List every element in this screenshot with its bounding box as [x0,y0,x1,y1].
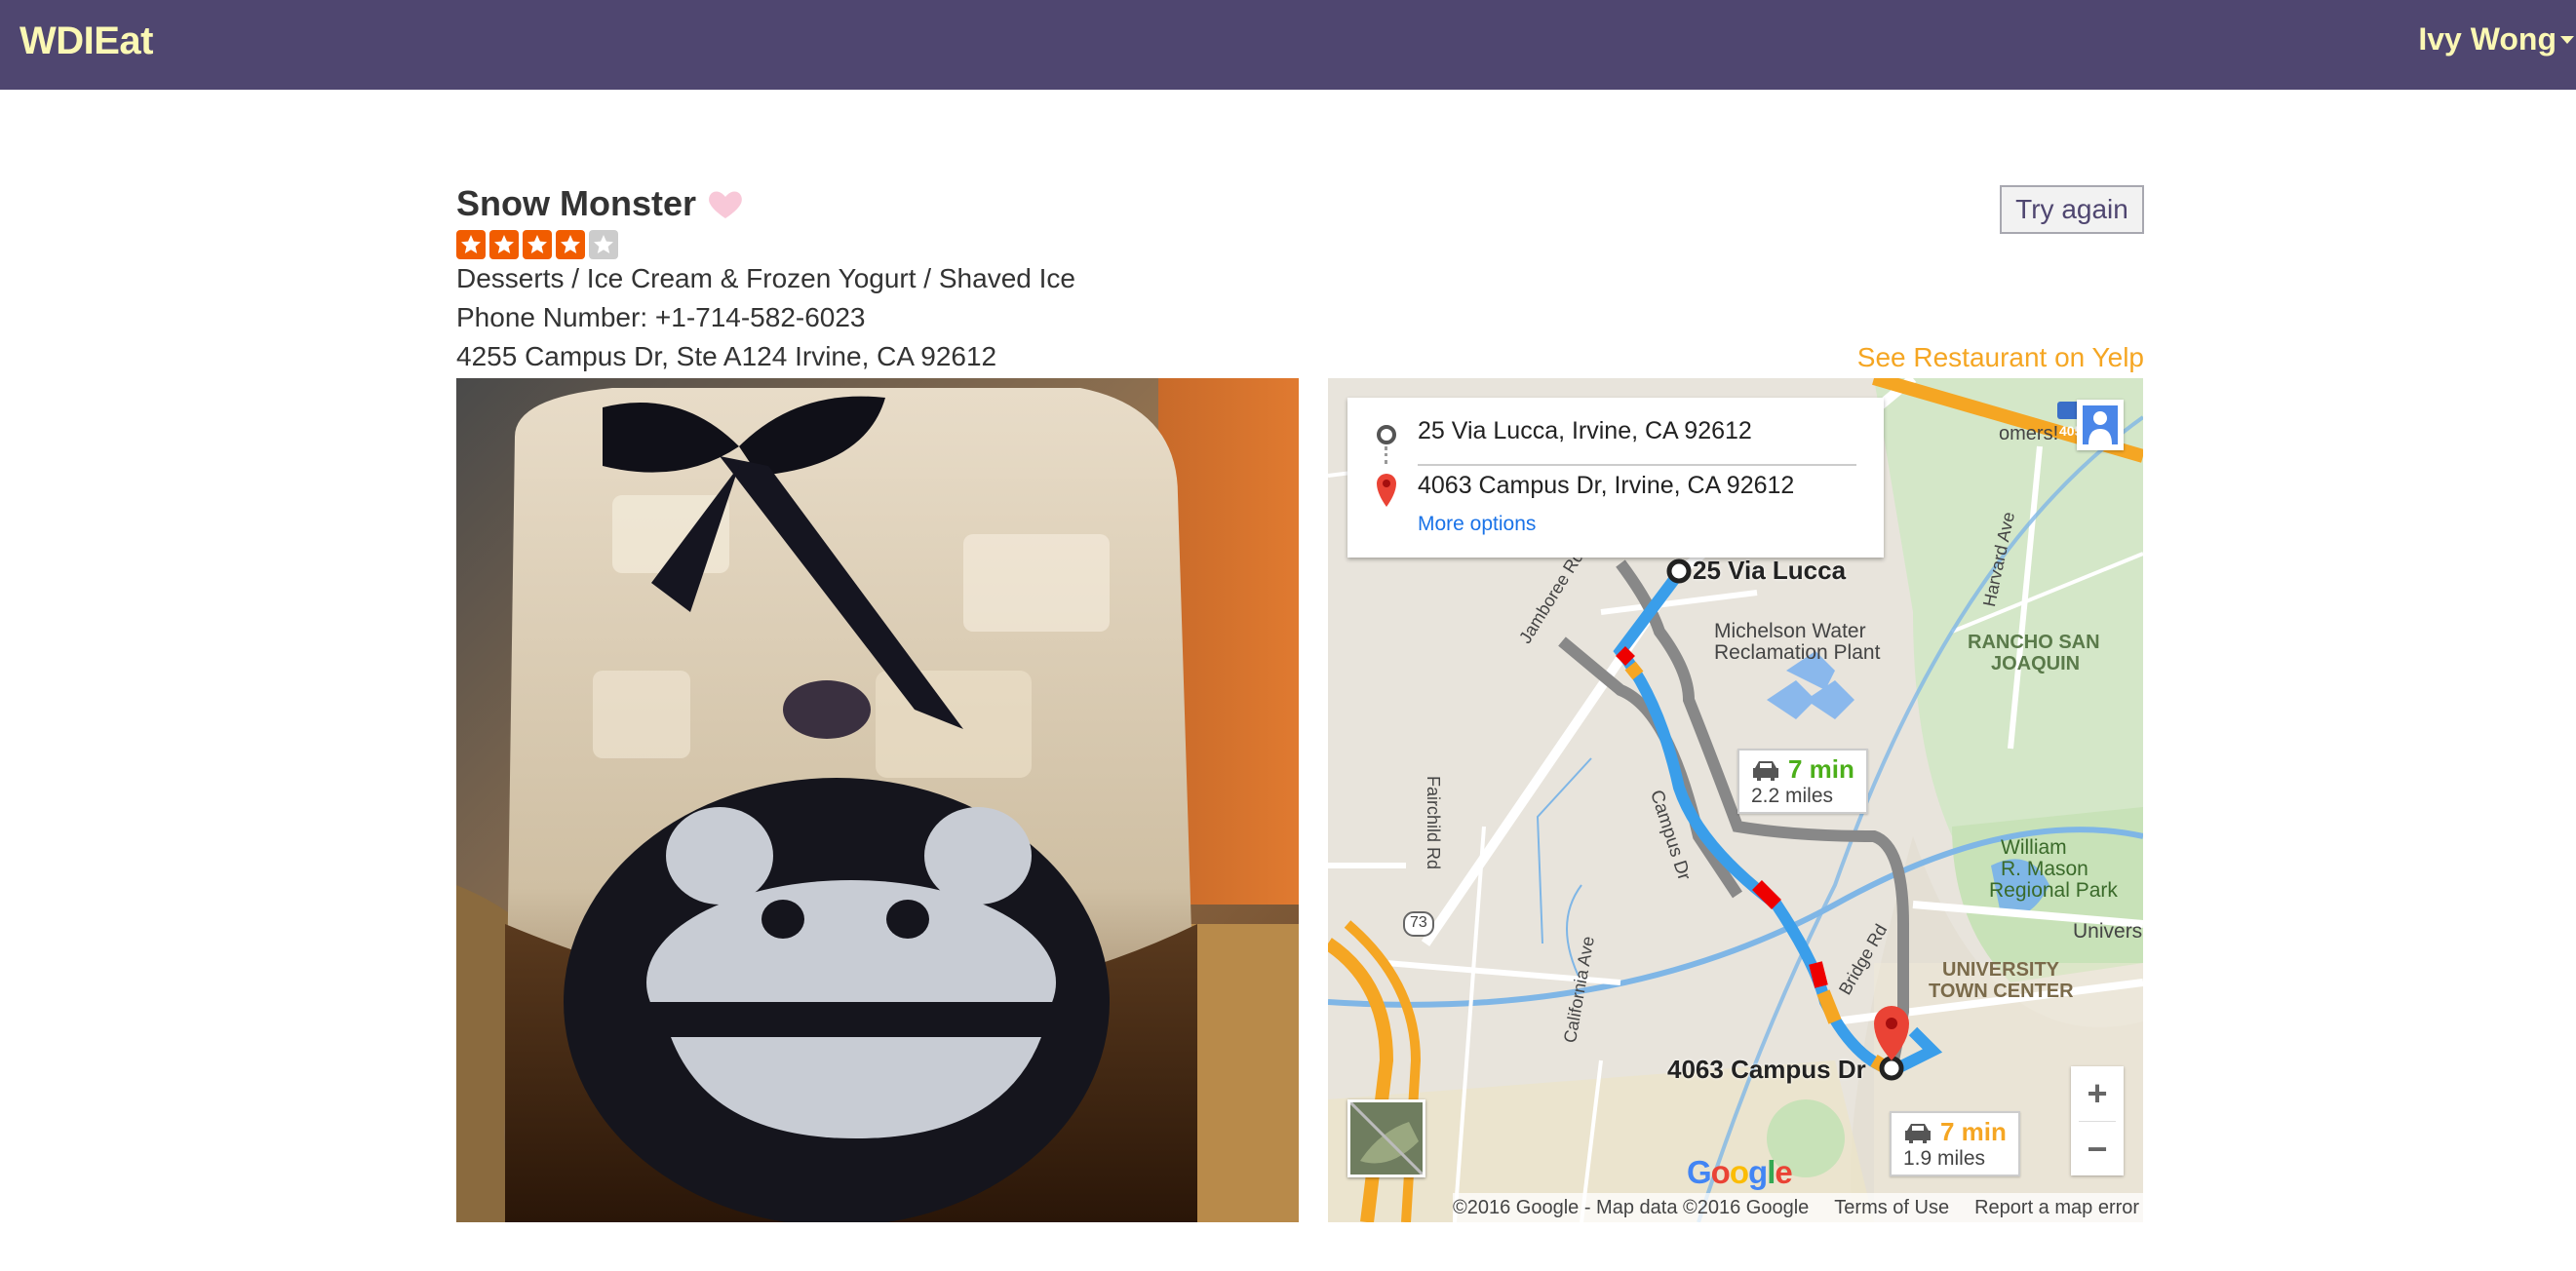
map-label-utc-2: TOWN CENTER [1929,981,2074,1002]
map-label-utc: UNIVERSITY [1942,959,2060,981]
more-options-link[interactable]: More options [1418,513,1536,536]
star-icon [523,230,552,259]
route-dots-divider [1385,446,1388,464]
map-label-origin: 25 Via Lucca [1693,556,1847,585]
map-label-omers: omers! [1999,423,2059,444]
map-label-michelson-2: Reclamation Plant [1714,641,1881,664]
restaurant-name: Snow Monster [456,183,697,223]
map-label-mason: William [2001,836,2067,859]
map-label-hwy73: 73 [1410,914,1427,931]
car-icon [1753,760,1778,781]
restaurant-address: 4255 Campus Dr, Ste A124 Irvine, CA 9261… [456,341,997,371]
restaurant-photo [456,378,1299,1222]
directions-divider [1418,464,1856,466]
zoom-in-button[interactable]: + [2071,1066,2124,1121]
route-main-badge[interactable]: 7 min 1.9 miles [1890,1111,2020,1176]
origin-circle-icon [1377,425,1396,444]
car-icon [1905,1123,1931,1143]
google-logo: Google [1687,1154,1793,1190]
star-icon [589,230,618,259]
directions-map[interactable]: 25 Via Lucca 4063 Campus Dr Michelson Wa… [1328,378,2143,1222]
map-label-rancho: RANCHO SAN [1968,632,2100,653]
star-icon [456,230,486,259]
satellite-view-toggle[interactable] [1347,1099,1425,1177]
map-label-destination: 4063 Campus Dr [1667,1055,1866,1084]
yelp-link[interactable]: See Restaurant on Yelp [1857,342,2144,373]
restaurant-phone: Phone Number: +1-714-582-6023 [456,302,866,332]
map-label-mason-2: R. Mason [2001,858,2088,880]
report-map-error-link[interactable]: Report a map error [1974,1197,2139,1219]
map-footer: ©2016 Google - Map data ©2016 Google Ter… [1453,1193,2143,1222]
origin-address[interactable]: 25 Via Lucca, Irvine, CA 92612 [1418,417,1752,445]
star-icon [489,230,519,259]
map-label-fairchild: Fairchild Rd [1424,776,1443,870]
restaurant-name-row: Snow Monster [456,183,745,224]
zoom-controls: + − [2071,1066,2124,1175]
route-main-distance: 1.9 miles [1903,1147,1986,1170]
user-name[interactable]: Ivy Wong [2418,21,2556,58]
map-label-universi: Universi [2073,920,2143,943]
star-icon [556,230,585,259]
street-view-pegman-icon[interactable] [2077,400,2124,450]
destination-address[interactable]: 4063 Campus Dr, Irvine, CA 92612 [1418,472,1794,500]
brand-logo[interactable]: WDIEat [20,19,154,63]
user-menu-dropdown[interactable]: Ivy Wong [2418,21,2574,58]
chevron-down-icon[interactable] [2560,35,2574,44]
try-again-button[interactable]: Try again [2000,185,2144,234]
route-alt-time: 7 min [1788,754,1854,784]
map-label-michelson: Michelson Water [1714,620,1866,642]
zoom-out-button[interactable]: − [2071,1122,2124,1176]
route-alt-badge[interactable]: 7 min 2.2 miles [1737,749,1868,814]
navbar: WDIEat Ivy Wong [0,0,2576,90]
destination-pin-icon [1377,474,1396,507]
rating-stars [456,230,618,259]
terms-of-use-link[interactable]: Terms of Use [1834,1197,1949,1219]
drink-photo-image [456,378,1299,1222]
route-alt-distance: 2.2 miles [1751,785,1834,807]
map-copyright: ©2016 Google - Map data ©2016 Google [1453,1196,1810,1218]
restaurant-categories: Desserts / Ice Cream & Frozen Yogurt / S… [456,263,1075,293]
directions-card: 25 Via Lucca, Irvine, CA 92612 4063 Camp… [1347,398,1884,558]
route-main-time: 7 min [1940,1117,2007,1146]
map-label-rancho-2: JOAQUIN [1991,653,2081,674]
favorite-heart-icon[interactable] [706,184,745,223]
map-label-mason-3: Regional Park [1989,879,2118,902]
